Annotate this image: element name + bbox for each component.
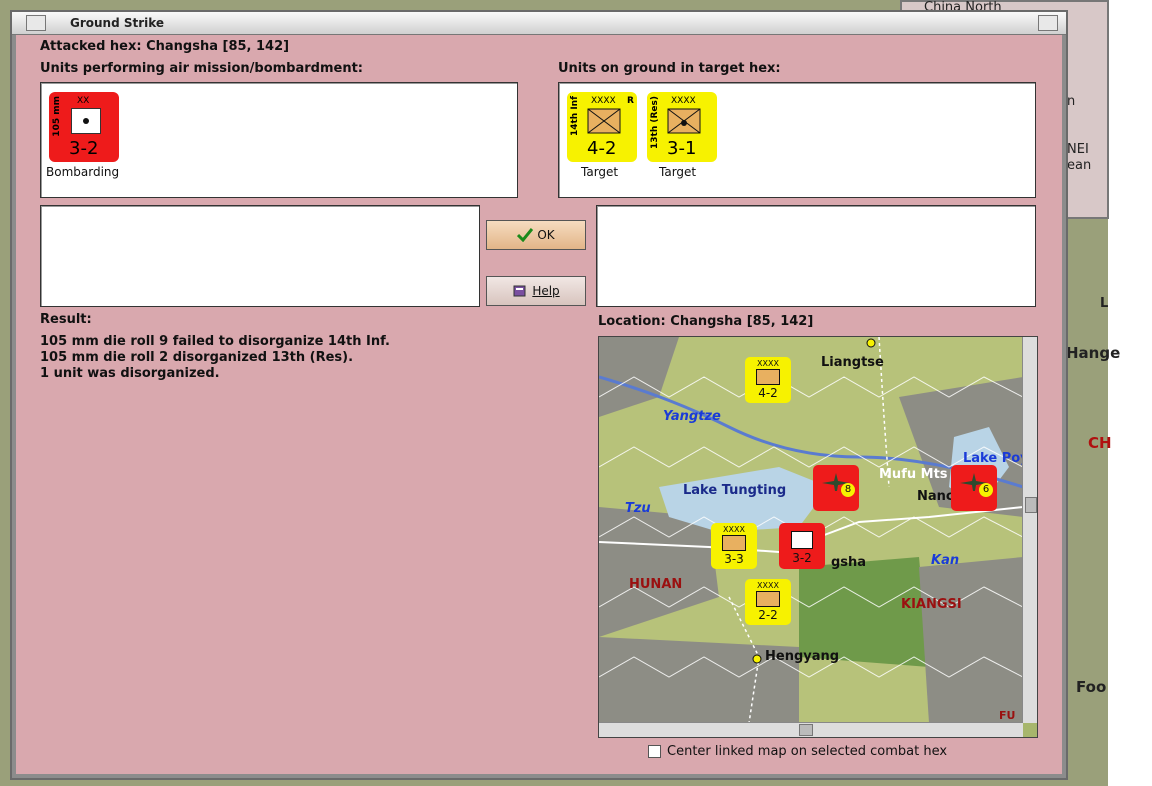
result-label: Result:	[40, 312, 92, 327]
location-map[interactable]: Liangtse Yangtze Mufu Mts Lake Poy Lake …	[598, 336, 1038, 738]
ground-strike-dialog: Ground Strike Attacked hex: Changsha [85…	[10, 10, 1068, 780]
infantry-symbol-icon	[587, 108, 621, 134]
horizontal-scroll-thumb[interactable]	[799, 724, 813, 736]
map-place-label: Kan	[931, 553, 960, 568]
air-units-label: Units performing air mission/bombardment…	[40, 61, 364, 76]
ok-button[interactable]: OK	[486, 220, 586, 250]
counter-side-text: 14th Inf	[570, 96, 580, 137]
map-unit-counter[interactable]: XXXX 4-2	[745, 357, 791, 403]
title-bar[interactable]: Ground Strike	[12, 12, 1066, 35]
map-place-label: KIANGSI	[901, 597, 962, 612]
unit-counter-14th-inf[interactable]: 14th Inf XXXX R 4-2	[567, 92, 637, 162]
map-air-counter[interactable]: 6	[951, 465, 997, 511]
location-label: Location: Changsha [85, 142]	[598, 314, 814, 329]
counter-strength: 3-2	[69, 138, 99, 159]
bg-map-label: Foo	[1076, 678, 1107, 696]
counter-size: XX	[77, 96, 90, 106]
dialog-title: Ground Strike	[70, 16, 165, 30]
help-label: Help	[532, 284, 560, 298]
unit-caption: Target	[659, 165, 697, 179]
background-blank	[1108, 0, 1152, 786]
counter-size: XXXX	[757, 581, 779, 590]
unit-caption: Target	[581, 165, 619, 179]
map-place-label: HUNAN	[629, 577, 683, 592]
center-map-label: Center linked map on selected combat hex	[667, 744, 948, 759]
air-unit-details	[40, 205, 480, 307]
counter-strength: 3-2	[792, 551, 812, 565]
bg-panel-line: NEI	[1067, 142, 1089, 157]
map-air-counter[interactable]: 8	[813, 465, 859, 511]
unit-counter-13th-res[interactable]: 13th (Res) XXXX 3-1	[647, 92, 717, 162]
ok-label: OK	[537, 228, 555, 242]
air-units-list: 105 mm XX 3-2 Bombarding	[40, 82, 518, 198]
map-vertical-scrollbar[interactable]	[1022, 337, 1037, 723]
result-line: 1 unit was disorganized.	[40, 366, 220, 381]
map-unit-counter[interactable]: XXXX 2-2	[745, 579, 791, 625]
system-menu-icon[interactable]	[26, 15, 46, 31]
counter-side-text: 105 mm	[52, 96, 62, 137]
ground-units-list: 14th Inf XXXX R 4-2 Target 13th (Res) XX…	[558, 82, 1036, 198]
vertical-scroll-thumb[interactable]	[1025, 497, 1037, 513]
map-place-label: Tzu	[625, 501, 651, 516]
help-book-icon	[513, 285, 526, 297]
center-map-option[interactable]: Center linked map on selected combat hex	[648, 744, 947, 759]
reserve-infantry-symbol-icon	[667, 108, 701, 134]
unit-counter-105mm[interactable]: 105 mm XX 3-2	[49, 92, 119, 162]
ground-units-label: Units on ground in target hex:	[558, 61, 781, 76]
bg-map-label: Hange	[1066, 344, 1121, 362]
counter-side-text: 13th (Res)	[650, 96, 660, 149]
counter-strength: 8	[841, 483, 855, 497]
map-place-label: gsha	[831, 555, 867, 570]
map-place-label: Yangtze	[663, 409, 721, 424]
counter-size: XXXX	[591, 96, 616, 106]
counter-size: XXXX	[757, 359, 779, 368]
close-icon[interactable]	[1038, 15, 1058, 31]
counter-flag: R	[627, 96, 634, 106]
counter-strength: 3-1	[667, 138, 697, 159]
counter-strength: 6	[979, 483, 993, 497]
attacked-hex-label: Attacked hex: Changsha [85, 142]	[40, 39, 290, 54]
bg-map-label: CH	[1088, 434, 1112, 452]
counter-strength: 4-2	[758, 386, 778, 400]
counter-strength: 2-2	[758, 608, 778, 622]
counter-size: XXXX	[723, 525, 745, 534]
counter-size: XXXX	[671, 96, 696, 106]
bg-panel-line: ean	[1067, 158, 1092, 173]
map-place-label: Nanc	[917, 489, 954, 504]
map-place-label: Mufu Mts	[879, 467, 948, 482]
checkmark-icon	[517, 228, 534, 242]
artillery-symbol-icon	[71, 108, 101, 134]
help-button[interactable]: Help	[486, 276, 586, 306]
bg-map-label: L	[1100, 296, 1109, 311]
map-unit-counter[interactable]: XXXX 3-3	[711, 523, 757, 569]
map-place-label: Lake Poy	[963, 451, 1029, 466]
map-place-label: FU	[999, 709, 1016, 722]
map-place-label: Lake Tungting	[683, 483, 787, 498]
counter-strength: 4-2	[587, 138, 617, 159]
map-horizontal-scrollbar[interactable]	[599, 722, 1023, 737]
counter-strength: 3-3	[724, 552, 744, 566]
center-map-checkbox[interactable]	[648, 745, 661, 758]
map-place-label: Liangtse	[821, 355, 884, 370]
bg-panel-line: n	[1067, 94, 1076, 109]
unit-caption: Bombarding	[46, 165, 120, 179]
map-place-label: Hengyang	[765, 649, 840, 664]
result-line: 105 mm die roll 9 failed to disorganize …	[40, 334, 390, 349]
result-line: 105 mm die roll 2 disorganized 13th (Res…	[40, 350, 354, 365]
ground-unit-details	[596, 205, 1036, 307]
map-selected-counter[interactable]: 3-2	[779, 523, 825, 569]
